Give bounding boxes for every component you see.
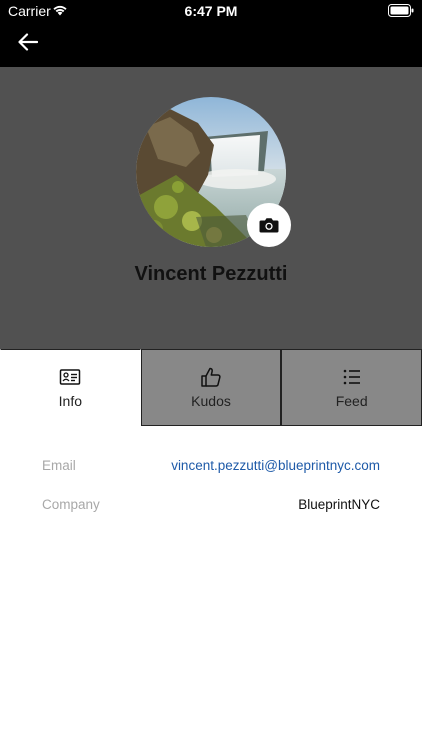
tab-feed-label: Feed bbox=[335, 393, 368, 409]
status-time: 6:47 PM bbox=[184, 3, 238, 19]
tab-feed[interactable]: Feed bbox=[281, 349, 422, 426]
company-value: BlueprintNYC bbox=[298, 497, 380, 512]
arrow-left-icon bbox=[18, 33, 38, 51]
profile-screen: Carrier 6:47 PM Vincent Pezzutti Info Ku… bbox=[0, 0, 422, 750]
company-label: Company bbox=[42, 497, 100, 512]
tab-kudos-label: Kudos bbox=[191, 393, 231, 409]
email-row: Email vincent.pezzutti@blueprintnyc.com bbox=[0, 458, 422, 482]
back-button[interactable] bbox=[14, 30, 42, 54]
profile-name: Vincent Pezzutti bbox=[134, 263, 288, 285]
change-photo-button[interactable] bbox=[247, 203, 291, 247]
id-card-icon bbox=[60, 369, 81, 385]
tab-info[interactable]: Info bbox=[0, 349, 141, 426]
battery-icon bbox=[388, 4, 414, 17]
profile-header: Vincent Pezzutti bbox=[0, 67, 422, 349]
email-label: Email bbox=[42, 458, 76, 473]
profile-tabs: Info Kudos Feed bbox=[0, 349, 422, 426]
top-bar: Carrier 6:47 PM bbox=[0, 0, 422, 67]
thumbs-up-icon bbox=[201, 367, 221, 387]
camera-icon bbox=[259, 218, 279, 233]
tab-kudos[interactable]: Kudos bbox=[140, 349, 282, 426]
company-row: Company BlueprintNYC bbox=[0, 497, 422, 521]
tab-info-label: Info bbox=[58, 393, 83, 409]
email-link[interactable]: vincent.pezzutti@blueprintnyc.com bbox=[171, 458, 380, 473]
list-icon bbox=[343, 369, 360, 385]
